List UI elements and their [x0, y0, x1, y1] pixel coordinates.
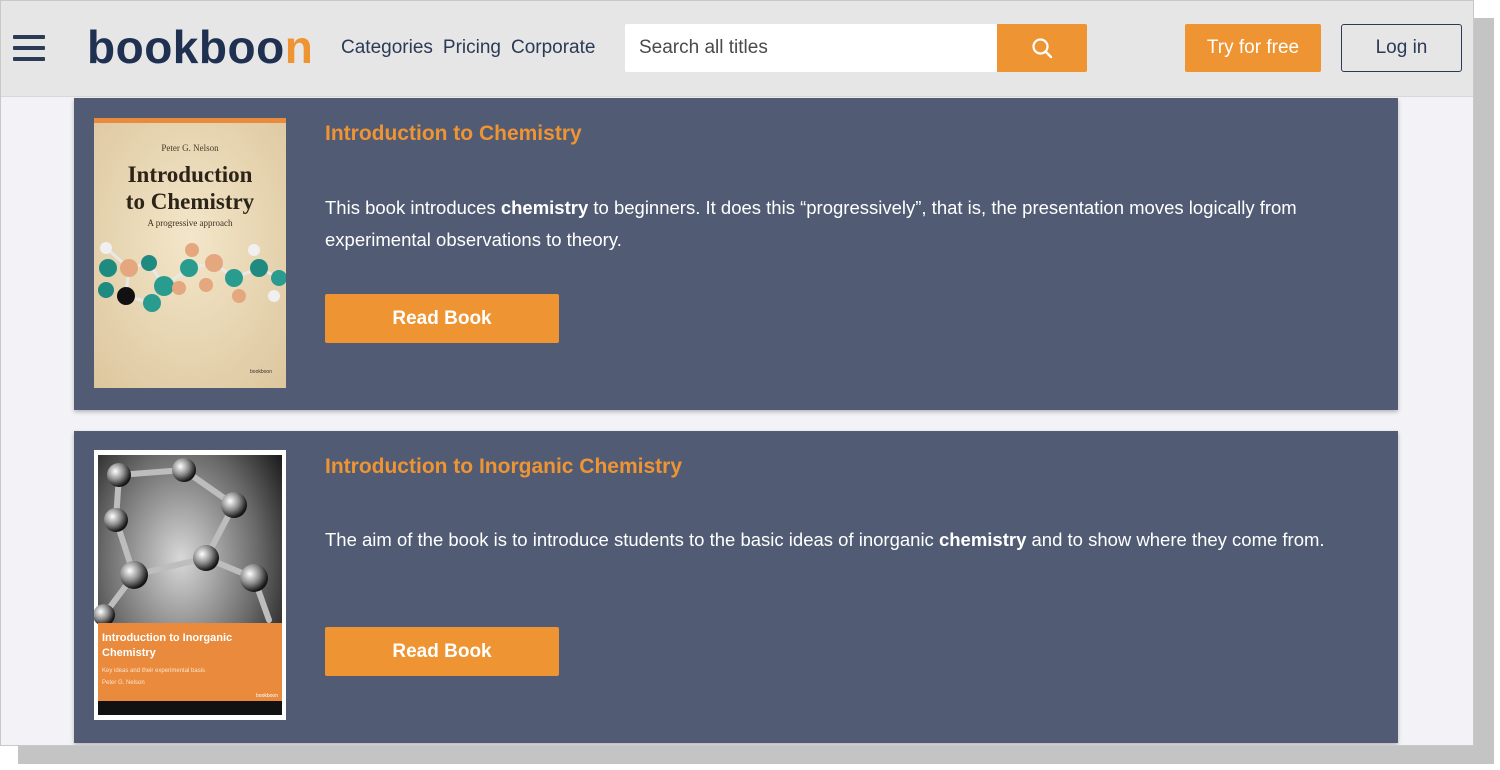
highlight-keyword: chemistry [938, 529, 1027, 550]
description-text: The aim of the book is to introduce stud… [325, 529, 939, 550]
book-description: This book introduces chemistry to beginn… [325, 192, 1355, 256]
main-nav: Categories Pricing Corporate [341, 36, 595, 60]
search-input[interactable] [625, 24, 997, 72]
book-card: Peter G. Nelson Introduction to Chemistr… [74, 98, 1398, 410]
read-book-button[interactable]: Read Book [325, 294, 559, 343]
cover-publisher: bookboon [250, 369, 272, 375]
book-title-link[interactable]: Introduction to Chemistry [325, 121, 582, 147]
read-book-button[interactable]: Read Book [325, 627, 559, 676]
cover-subtitle: A progressive approach [148, 218, 233, 228]
book-cover[interactable]: Peter G. Nelson Introduction to Chemistr… [94, 118, 286, 388]
highlight-keyword: chemistry [500, 197, 589, 218]
cover-title-line1: Introduction [128, 162, 253, 187]
book-cover[interactable]: Introduction to Inorganic Chemistry Key … [94, 450, 286, 720]
nav-categories[interactable]: Categories [341, 36, 433, 60]
browser-page: bookboon Categories Pricing Corporate Tr… [0, 0, 1474, 746]
chemistry-cover-image: Peter G. Nelson Introduction to Chemistr… [94, 118, 286, 388]
nav-pricing[interactable]: Pricing [443, 36, 501, 60]
cover-subtitle: Key ideas and their experimental basis [102, 668, 205, 674]
logo-text: bookboo [87, 21, 285, 73]
book-card: Introduction to Inorganic Chemistry Key … [74, 431, 1398, 743]
login-button[interactable]: Log in [1341, 24, 1462, 72]
cover-publisher: bookboon [256, 693, 278, 699]
book-description: The aim of the book is to introduce stud… [325, 524, 1355, 556]
try-for-free-button[interactable]: Try for free [1185, 24, 1321, 72]
site-header: bookboon Categories Pricing Corporate Tr… [1, 1, 1473, 97]
inorganic-cover-image: Introduction to Inorganic Chemistry Key … [94, 450, 286, 720]
search-button[interactable] [997, 24, 1087, 72]
cover-title-line1: Introduction to Inorganic [102, 632, 232, 644]
nav-corporate[interactable]: Corporate [511, 36, 596, 60]
cover-title-line2: to Chemistry [126, 189, 255, 214]
description-text: and to show where they come from. [1026, 529, 1325, 550]
bookboon-logo[interactable]: bookboon [87, 19, 313, 75]
menu-icon[interactable] [13, 35, 45, 61]
cover-author: Peter G. Nelson [102, 680, 145, 686]
logo-accent: n [284, 21, 314, 73]
cover-author: Peter G. Nelson [161, 143, 219, 153]
description-text: This book introduces [325, 197, 501, 218]
search-icon [1032, 38, 1053, 59]
book-title-link[interactable]: Introduction to Inorganic Chemistry [325, 454, 682, 480]
cover-title-line2: Chemistry [102, 647, 157, 659]
